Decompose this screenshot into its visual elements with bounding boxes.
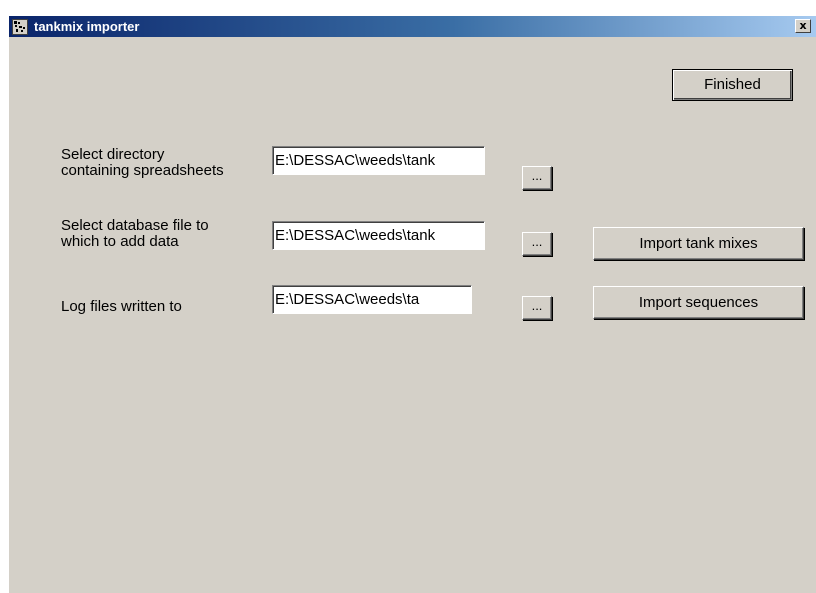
spreadsheet-dir-label: Select directory containing spreadsheets [61,147,224,179]
import-sequences-button[interactable]: Import sequences [593,286,804,319]
finished-button[interactable]: Finished [672,69,793,101]
log-files-label: Log files written to [61,298,182,315]
database-file-input[interactable]: E:\DESSAC\weeds\tank [272,221,485,250]
import-tank-mixes-button[interactable]: Import tank mixes [593,227,804,260]
window-title: tankmix importer [34,19,140,34]
spreadsheet-dir-label-line2: containing spreadsheets [61,162,224,179]
log-files-input[interactable]: E:\DESSAC\weeds\ta [272,285,472,314]
spreadsheet-grid-icon [14,21,25,32]
browse-spreadsheet-dir-button[interactable]: ... [522,166,552,190]
tankmix-importer-window: tankmix importer x Finished Select direc… [8,15,816,593]
browse-database-file-button[interactable]: ... [522,232,552,256]
close-button[interactable]: x [795,19,811,33]
database-file-label-line2: which to add data [61,233,179,250]
spreadsheet-dir-label-line1: Select directory [61,146,165,163]
spreadsheet-dir-input[interactable]: E:\DESSAC\weeds\tank [272,146,485,175]
title-bar[interactable]: tankmix importer x [9,16,816,37]
browse-log-files-button[interactable]: ... [522,296,552,320]
app-icon [12,19,28,35]
database-file-label-line1: Select database file to [61,217,209,234]
database-file-label: Select database file to which to add dat… [61,218,209,250]
